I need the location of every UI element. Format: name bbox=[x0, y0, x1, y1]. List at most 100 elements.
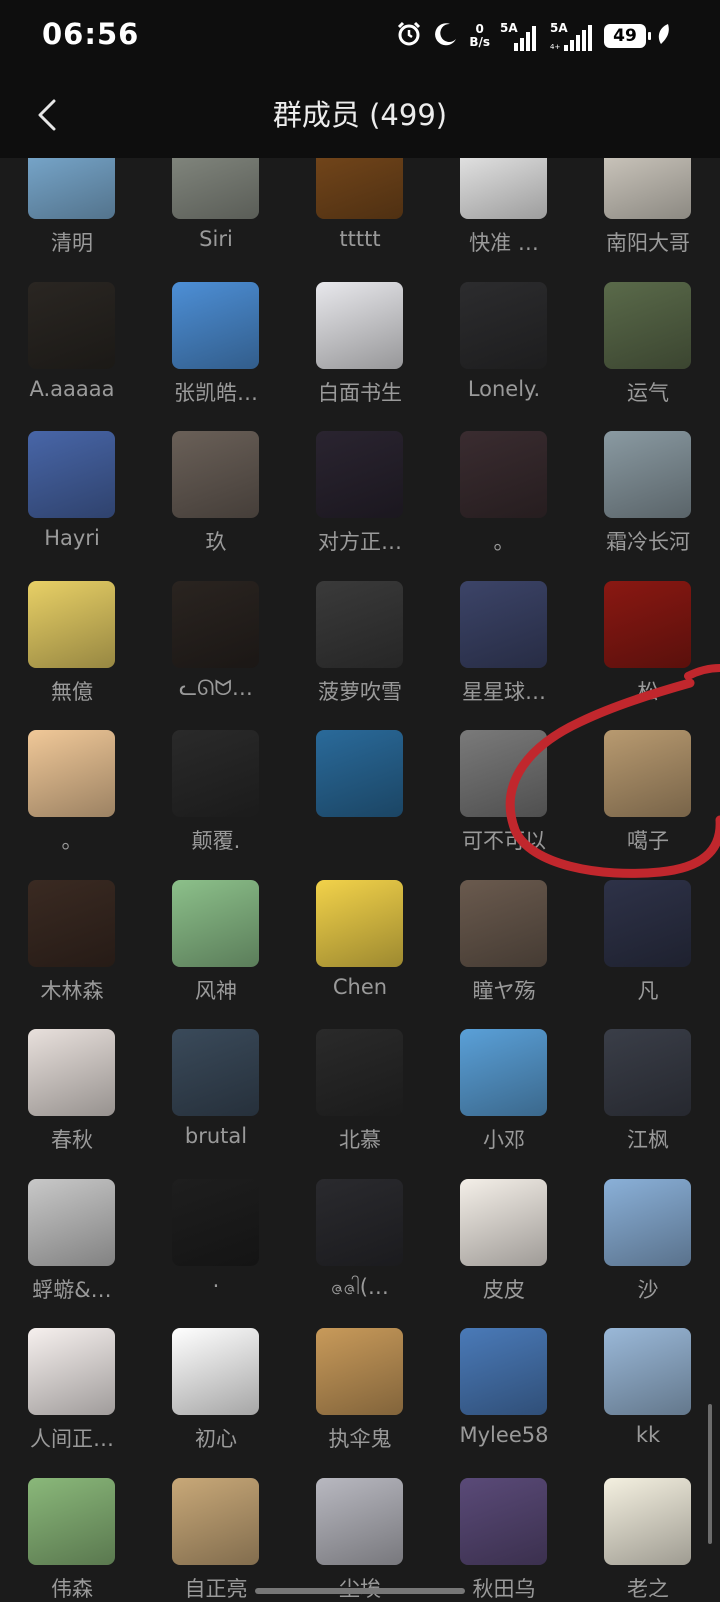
member-item[interactable]: 。 bbox=[432, 431, 576, 576]
member-item[interactable]: · bbox=[144, 1178, 288, 1324]
member-avatar[interactable] bbox=[28, 879, 115, 967]
member-item[interactable]: 蜉蝣&… bbox=[0, 1178, 144, 1324]
member-item[interactable]: 快准 … bbox=[432, 158, 576, 277]
member-item[interactable]: 瞳ヤ殇 bbox=[432, 879, 576, 1025]
member-avatar[interactable] bbox=[460, 1328, 547, 1415]
member-avatar[interactable] bbox=[316, 879, 403, 967]
member-avatar[interactable] bbox=[316, 730, 403, 817]
member-avatar[interactable] bbox=[172, 580, 259, 668]
member-item[interactable]: ᓚᘏᗢ… bbox=[144, 580, 288, 726]
member-item[interactable]: Mylee58 bbox=[432, 1328, 576, 1473]
member-item[interactable]: 秋田乌 bbox=[432, 1477, 576, 1602]
member-avatar[interactable] bbox=[28, 1029, 115, 1116]
member-avatar[interactable] bbox=[604, 1328, 691, 1415]
member-avatar[interactable] bbox=[28, 1477, 115, 1565]
member-avatar[interactable] bbox=[460, 730, 547, 817]
member-item[interactable]: 星星球… bbox=[432, 580, 576, 726]
member-avatar[interactable] bbox=[460, 158, 547, 219]
member-item[interactable]: Chen bbox=[288, 879, 432, 1025]
member-avatar[interactable] bbox=[172, 1477, 259, 1565]
member-item[interactable]: 老之 bbox=[576, 1477, 720, 1602]
member-item[interactable]: 噶子 bbox=[576, 730, 720, 875]
member-item[interactable]: 清明 bbox=[0, 158, 144, 277]
member-avatar[interactable] bbox=[28, 1328, 115, 1415]
member-avatar[interactable] bbox=[172, 879, 259, 967]
member-item[interactable]: 风神 bbox=[144, 879, 288, 1025]
member-item[interactable]: 尘埃 bbox=[288, 1477, 432, 1602]
member-item[interactable]: 無億 bbox=[0, 580, 144, 726]
member-item[interactable]: ttttt bbox=[288, 158, 432, 277]
member-item[interactable]: 菠萝吹雪 bbox=[288, 580, 432, 726]
member-item[interactable]: 南阳大哥 bbox=[576, 158, 720, 277]
member-item[interactable]: A.aaaaa bbox=[0, 281, 144, 427]
member-avatar[interactable] bbox=[604, 580, 691, 668]
scrollbar[interactable] bbox=[708, 1404, 712, 1544]
member-avatar[interactable] bbox=[316, 1477, 403, 1565]
member-avatar[interactable] bbox=[316, 281, 403, 369]
member-avatar[interactable] bbox=[604, 879, 691, 967]
member-avatar[interactable] bbox=[172, 1178, 259, 1266]
member-avatar[interactable] bbox=[172, 1029, 259, 1116]
member-item[interactable]: brutal bbox=[144, 1029, 288, 1174]
member-avatar[interactable] bbox=[28, 158, 115, 219]
member-avatar[interactable] bbox=[316, 431, 403, 518]
member-avatar[interactable] bbox=[604, 1477, 691, 1565]
member-avatar[interactable] bbox=[604, 431, 691, 518]
member-avatar[interactable] bbox=[316, 580, 403, 668]
member-item[interactable]: 可不可以 bbox=[432, 730, 576, 875]
member-item[interactable]: 执伞鬼 bbox=[288, 1328, 432, 1473]
member-item[interactable]: Lonely. bbox=[432, 281, 576, 427]
member-item[interactable]: 霜冷长河 bbox=[576, 431, 720, 576]
member-item[interactable]: 自正亮 bbox=[144, 1477, 288, 1602]
member-avatar[interactable] bbox=[172, 730, 259, 817]
member-avatar[interactable] bbox=[460, 281, 547, 369]
member-item[interactable]: 小邓 bbox=[432, 1029, 576, 1174]
member-avatar[interactable] bbox=[460, 879, 547, 967]
member-item[interactable]: 北慕 bbox=[288, 1029, 432, 1174]
member-item[interactable]: 玖 bbox=[144, 431, 288, 576]
member-avatar[interactable] bbox=[604, 1178, 691, 1266]
member-avatar[interactable] bbox=[316, 1178, 403, 1266]
member-item[interactable]: 运气 bbox=[576, 281, 720, 427]
member-grid[interactable]: 清明 Siri ttttt 快准 … 南阳大哥 A.aaaaa 张凯皓… 白面书生 Lonely… bbox=[0, 158, 720, 1602]
member-avatar[interactable] bbox=[604, 730, 691, 817]
member-item[interactable]: 皮皮 bbox=[432, 1178, 576, 1324]
member-item[interactable]: 对方正… bbox=[288, 431, 432, 576]
member-avatar[interactable] bbox=[460, 1029, 547, 1116]
member-avatar[interactable] bbox=[460, 431, 547, 518]
member-item[interactable]: 张凯皓… bbox=[144, 281, 288, 427]
member-avatar[interactable] bbox=[172, 1328, 259, 1415]
member-avatar[interactable] bbox=[604, 158, 691, 219]
member-item[interactable]: 江枫 bbox=[576, 1029, 720, 1174]
member-avatar[interactable] bbox=[172, 281, 259, 369]
member-avatar[interactable] bbox=[316, 1328, 403, 1415]
member-item[interactable]: 白面书生 bbox=[288, 281, 432, 427]
member-item[interactable]: 初心 bbox=[144, 1328, 288, 1473]
member-avatar[interactable] bbox=[460, 1178, 547, 1266]
member-item[interactable]: 木林森 bbox=[0, 879, 144, 1025]
member-item[interactable]: 松 bbox=[576, 580, 720, 726]
member-avatar[interactable] bbox=[172, 431, 259, 518]
member-item[interactable]: 。 bbox=[0, 730, 144, 875]
member-avatar[interactable] bbox=[604, 1029, 691, 1116]
member-avatar[interactable] bbox=[28, 580, 115, 668]
member-item[interactable]: kk bbox=[576, 1328, 720, 1473]
member-item[interactable]: ဇဇါ(… bbox=[288, 1178, 432, 1324]
member-item[interactable]: 春秋 bbox=[0, 1029, 144, 1174]
member-avatar[interactable] bbox=[604, 281, 691, 369]
member-avatar[interactable] bbox=[28, 281, 115, 369]
member-avatar[interactable] bbox=[460, 1477, 547, 1565]
member-item[interactable]: 凡 bbox=[576, 879, 720, 1025]
member-item[interactable] bbox=[288, 730, 432, 875]
member-avatar[interactable] bbox=[316, 1029, 403, 1116]
member-item[interactable]: 伟森 bbox=[0, 1477, 144, 1602]
member-avatar[interactable] bbox=[172, 158, 259, 219]
member-avatar[interactable] bbox=[28, 431, 115, 518]
member-avatar[interactable] bbox=[460, 580, 547, 668]
member-item[interactable]: 人间正… bbox=[0, 1328, 144, 1473]
member-avatar[interactable] bbox=[316, 158, 403, 219]
member-item[interactable]: 沙 bbox=[576, 1178, 720, 1324]
member-avatar[interactable] bbox=[28, 1178, 115, 1266]
member-item[interactable]: Siri bbox=[144, 158, 288, 277]
member-avatar[interactable] bbox=[28, 730, 115, 817]
